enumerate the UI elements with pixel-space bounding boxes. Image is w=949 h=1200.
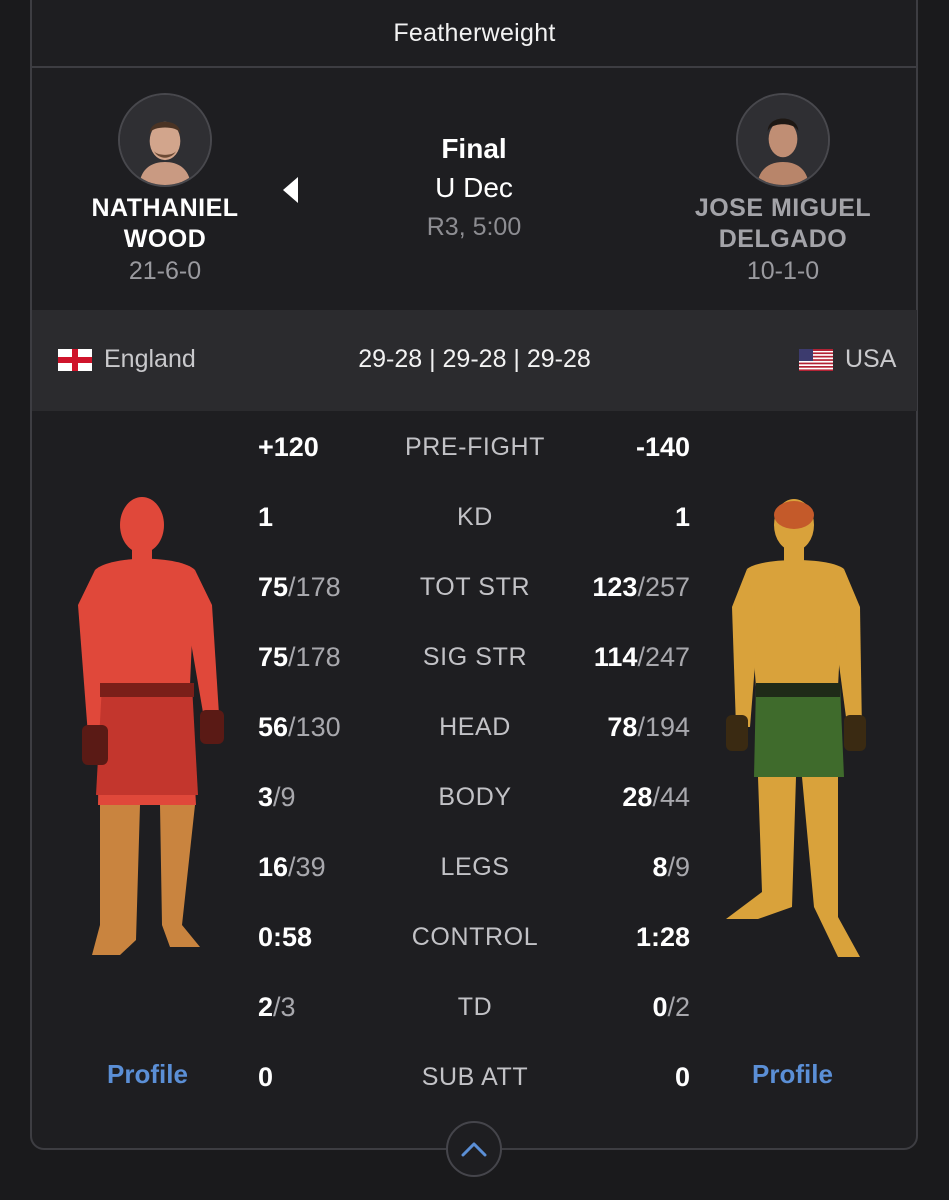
usa-flag-icon xyxy=(799,348,833,371)
chevron-up-icon xyxy=(461,1142,487,1157)
fighter-left-profile-link[interactable]: Profile xyxy=(107,1059,188,1090)
stat-left-value: 0:58 xyxy=(258,922,313,952)
fighter-right-name[interactable]: JOSE MIGUEL DELGADO xyxy=(663,193,903,255)
fighter-right-last-name: DELGADO xyxy=(718,225,848,253)
stats-row-body: 3/9 BODY 28/44 xyxy=(240,777,710,817)
fighter-right-avatar xyxy=(736,93,830,187)
stats-row-tot-str: 75/178 TOT STR 123/257 xyxy=(240,567,710,607)
stat-right-value: 78/194 xyxy=(607,712,690,742)
stat-right-value: -140 xyxy=(635,432,690,462)
stat-right-value: 8/9 xyxy=(652,852,690,882)
stats-row-kd: 1 KD 1 xyxy=(240,497,710,537)
stat-label: HEAD xyxy=(439,713,511,741)
stat-left-value: 1 xyxy=(258,502,274,532)
stat-left-value: 75/178 xyxy=(258,572,341,602)
fighter-left-name[interactable]: NATHANIEL WOOD xyxy=(45,193,285,255)
fight-method: U Dec xyxy=(435,172,513,203)
stat-label: LEGS xyxy=(440,853,510,881)
stat-left-value: 3/9 xyxy=(258,782,296,812)
fighter-right-country: USA xyxy=(799,345,896,374)
england-flag-icon xyxy=(58,348,92,371)
fight-status: Final xyxy=(441,133,507,164)
fighter-right-body-image xyxy=(722,487,872,967)
stat-right-value: 123/257 xyxy=(592,572,690,602)
stats-row-control: 0:58 CONTROL 1:28 xyxy=(240,917,710,957)
stat-left-value: 75/178 xyxy=(258,642,341,672)
stats-row-sig-str: 75/178 SIG STR 114/247 xyxy=(240,637,710,677)
stats-row-pre-fight: +120 PRE-FIGHT -140 xyxy=(240,427,710,467)
stat-right-value: 1 xyxy=(674,502,690,532)
weight-class-title: Featherweight xyxy=(393,18,556,47)
stat-label: PRE-FIGHT xyxy=(404,433,546,461)
stat-label: BODY xyxy=(438,783,512,811)
stat-label: SUB ATT xyxy=(421,1063,529,1091)
judges-scores: 29-28 | 29-28 | 29-28 xyxy=(358,345,591,373)
fighter-left-country-label: England xyxy=(104,345,196,373)
stat-left-value: 16/39 xyxy=(258,852,326,882)
collapse-button[interactable] xyxy=(446,1121,502,1177)
fighter-left-record: 21-6-0 xyxy=(128,257,202,285)
header-divider xyxy=(31,66,917,68)
stats-row-legs: 16/39 LEGS 8/9 xyxy=(240,847,710,887)
stat-label: CONTROL xyxy=(411,923,539,951)
stat-right-value: 0/2 xyxy=(652,992,690,1022)
stat-right-value: 114/247 xyxy=(593,642,690,672)
stat-right-value: 28/44 xyxy=(622,782,690,812)
fighter-left-avatar xyxy=(118,93,212,187)
stat-left-value: 0 xyxy=(258,1062,274,1092)
fighter-right-record: 10-1-0 xyxy=(746,257,820,285)
stat-right-value: 1:28 xyxy=(635,922,690,952)
fight-time: R3, 5:00 xyxy=(426,213,522,241)
stat-left-value: +120 xyxy=(258,432,319,462)
stats-row-sub-att: 0 SUB ATT 0 xyxy=(240,1057,710,1097)
stats-row-td: 2/3 TD 0/2 xyxy=(240,987,710,1027)
fighter-right-country-label: USA xyxy=(845,345,897,373)
caret-left-icon xyxy=(283,177,298,203)
stat-label: TD xyxy=(457,993,493,1021)
stat-right-value: 0 xyxy=(674,1062,690,1092)
fighter-right-profile-link[interactable]: Profile xyxy=(752,1059,833,1090)
fighter-left-body-image xyxy=(70,485,230,970)
stat-label: TOT STR xyxy=(419,573,531,601)
stats-row-head: 56/130 HEAD 78/194 xyxy=(240,707,710,747)
fighter-left-country: England xyxy=(58,345,196,374)
fighter-left-first-name: NATHANIEL xyxy=(91,194,239,222)
stat-left-value: 2/3 xyxy=(258,992,296,1022)
fighter-right-first-name: JOSE MIGUEL xyxy=(694,194,872,222)
stat-label: SIG STR xyxy=(422,643,528,671)
stat-label: KD xyxy=(457,503,493,531)
fighter-left-last-name: WOOD xyxy=(123,225,207,253)
stat-left-value: 56/130 xyxy=(258,712,341,742)
